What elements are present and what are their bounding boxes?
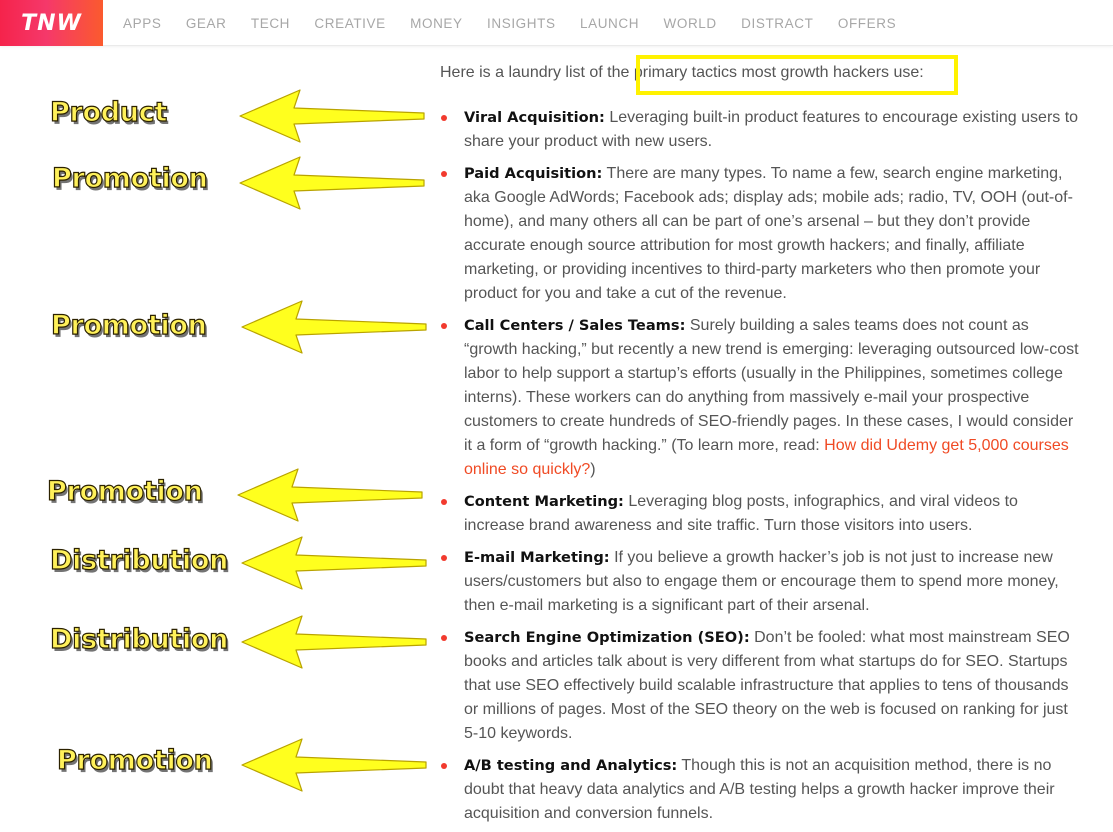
annotation-label-distribution: Distribution	[49, 544, 229, 576]
nav-item-creative[interactable]: CREATIVE	[314, 16, 385, 31]
top-nav-bar: TNW APPS GEAR TECH CREATIVE MONEY INSIGH…	[0, 0, 1113, 46]
nav-item-distract[interactable]: DISTRACT	[741, 16, 813, 31]
tactic-title: E-mail Marketing:	[464, 549, 610, 566]
tactic-title: Viral Acquisition:	[464, 109, 605, 126]
annotation-label-promotion: Promotion	[51, 162, 208, 194]
tactic-paid-acquisition: Paid Acquisition: There are many types. …	[440, 162, 1080, 306]
tactic-title: Search Engine Optimization (SEO):	[464, 629, 750, 646]
arrow-left-icon	[241, 300, 427, 354]
tactic-title: Call Centers / Sales Teams:	[464, 317, 686, 334]
tactic-title: Paid Acquisition:	[464, 165, 603, 182]
tactics-list: Viral Acquisition: Leveraging built-in p…	[440, 106, 1080, 826]
arrow-left-icon	[241, 738, 427, 792]
tactic-call-centers: Call Centers / Sales Teams: Surely build…	[440, 314, 1080, 482]
nav-item-world[interactable]: WORLD	[664, 16, 717, 31]
tactic-seo: Search Engine Optimization (SEO): Don’t …	[440, 626, 1080, 746]
nav-item-insights[interactable]: INSIGHTS	[487, 16, 556, 31]
annotation-label-promotion: Promotion	[46, 475, 203, 507]
arrow-left-icon	[241, 615, 427, 669]
highlight-box	[636, 55, 958, 95]
tactic-content-marketing: Content Marketing: Leveraging blog posts…	[440, 490, 1080, 538]
nav-item-tech[interactable]: TECH	[251, 16, 290, 31]
tactic-body-tail: )	[590, 461, 596, 478]
nav-item-money[interactable]: MONEY	[410, 16, 463, 31]
nav-item-gear[interactable]: GEAR	[186, 16, 227, 31]
logo-text: TNW	[21, 10, 82, 36]
main-nav: APPS GEAR TECH CREATIVE MONEY INSIGHTS L…	[123, 0, 921, 46]
annotation-label-promotion: Promotion	[50, 309, 207, 341]
tactic-body: Surely building a sales teams does not c…	[464, 317, 1079, 454]
annotation-label-product: Product	[49, 96, 168, 128]
nav-item-offers[interactable]: OFFERS	[838, 16, 896, 31]
tactic-title: Content Marketing:	[464, 493, 624, 510]
annotation-label-promotion: Promotion	[56, 744, 213, 776]
arrow-left-icon	[239, 156, 425, 210]
arrow-left-icon	[241, 536, 427, 590]
nav-item-apps[interactable]: APPS	[123, 16, 161, 31]
tactic-email-marketing: E-mail Marketing: If you believe a growt…	[440, 546, 1080, 618]
arrow-left-icon	[239, 89, 425, 143]
tactic-body: There are many types. To name a few, sea…	[464, 165, 1073, 302]
arrow-left-icon	[237, 468, 423, 522]
tactic-ab-testing: A/B testing and Analytics: Though this i…	[440, 754, 1080, 826]
tactic-title: A/B testing and Analytics:	[464, 757, 678, 774]
tactic-viral-acquisition: Viral Acquisition: Leveraging built-in p…	[440, 106, 1080, 154]
nav-item-launch[interactable]: LAUNCH	[580, 16, 639, 31]
annotation-label-distribution: Distribution	[49, 623, 229, 655]
tnw-logo[interactable]: TNW	[0, 0, 103, 46]
